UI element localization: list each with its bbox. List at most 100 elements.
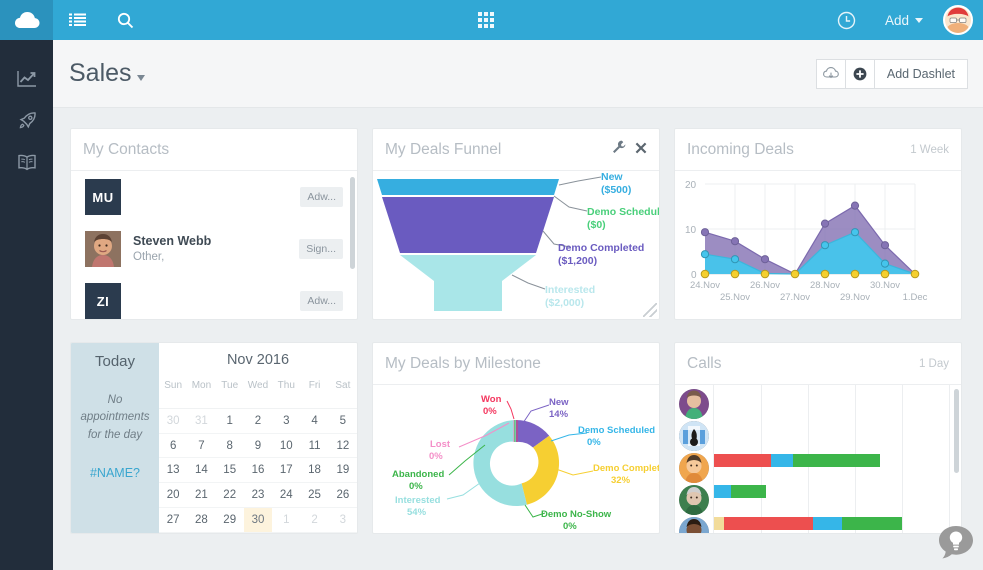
bar-segment[interactable] (731, 485, 766, 498)
scrollbar[interactable] (954, 389, 959, 473)
funnel-segment-interested[interactable] (400, 255, 536, 311)
donut-slice-won[interactable] (516, 420, 518, 442)
calendar-day[interactable]: 22 (215, 483, 244, 509)
name-error-link[interactable]: #NAME? (90, 466, 140, 480)
calendar-day-today[interactable]: 30 (243, 508, 273, 533)
wrench-icon[interactable] (612, 140, 626, 159)
contacts-body: MU Adw... Steven Webb Other, Sign... ZI … (71, 171, 357, 319)
calendar-day[interactable]: 24 (272, 483, 301, 509)
funnel-segment-demo-completed[interactable] (382, 197, 554, 253)
list-item[interactable]: MU Adw... (71, 171, 357, 223)
dow-header: Mon (187, 377, 216, 409)
calendar-day[interactable]: 12 (328, 434, 357, 459)
calendar-day[interactable]: 1 (272, 508, 301, 533)
resize-handle[interactable] (643, 303, 657, 317)
app-logo[interactable] (0, 0, 53, 40)
leader-line (553, 195, 588, 212)
avatar-1-icon (679, 389, 709, 419)
add-menu-label: Add (884, 12, 909, 28)
calendar-day[interactable]: 11 (300, 434, 329, 459)
donut-slice-demo-completed[interactable] (521, 435, 560, 505)
close-icon[interactable] (635, 141, 647, 159)
add-dashlet-button[interactable]: Add Dashlet (873, 58, 968, 89)
bar-segment[interactable] (723, 517, 813, 530)
calendar-day[interactable]: 18 (300, 458, 329, 484)
calendar-day[interactable]: 3 (328, 508, 357, 533)
donut-slice-abandoned[interactable] (514, 420, 516, 442)
table-row[interactable] (714, 454, 880, 467)
calendar-day[interactable]: 2 (300, 508, 329, 533)
calendar-day[interactable]: 17 (272, 458, 301, 484)
bar-segment[interactable] (842, 517, 902, 530)
funnel-segment-new[interactable] (377, 179, 559, 195)
avatar[interactable] (679, 421, 709, 451)
table-row[interactable] (714, 485, 766, 498)
donut-label-demo-scheduled: Demo Scheduled (578, 425, 655, 436)
calendar-day[interactable]: 20 (159, 483, 188, 509)
calendar-day[interactable]: 8 (215, 434, 244, 459)
avatar[interactable] (679, 485, 709, 515)
bar-segment[interactable] (714, 485, 732, 498)
bar-segment[interactable] (812, 517, 843, 530)
avatar[interactable] (679, 453, 709, 483)
avatar[interactable] (679, 389, 709, 419)
dashlet-range[interactable]: 1 Day (919, 358, 949, 370)
activity-history-button[interactable] (823, 0, 871, 40)
donut-slice-lost[interactable] (513, 420, 515, 442)
y-tick-10: 10 (685, 225, 697, 236)
donut-value-abandoned: 0% (409, 481, 423, 492)
calendar-day[interactable]: 30 (159, 409, 188, 434)
bar-segment[interactable] (714, 517, 724, 530)
calendar-day[interactable]: 27 (159, 508, 188, 533)
calendar-day[interactable]: 5 (328, 409, 357, 434)
calendar-day[interactable]: 19 (328, 458, 357, 484)
sidebar-item-launch[interactable] (0, 100, 53, 142)
funnel-value-new: ($500) (601, 184, 631, 196)
menu-toggle-button[interactable] (53, 0, 101, 40)
list-item[interactable]: ZI Adw... (71, 275, 357, 319)
table-row[interactable] (714, 517, 902, 530)
calendar-day[interactable]: 31 (187, 409, 216, 434)
calendar-day[interactable]: 25 (300, 483, 329, 509)
calendar-day[interactable]: 26 (328, 483, 357, 509)
calendar-day[interactable]: 4 (300, 409, 329, 434)
calendar-day[interactable]: 16 (243, 458, 273, 484)
avatar[interactable] (943, 5, 973, 35)
scrollbar[interactable] (350, 177, 355, 269)
milestone-body: New 14% Demo Scheduled 0% Demo Completed… (373, 385, 659, 533)
dashlet-range[interactable]: 1 Week (910, 144, 949, 156)
search-button[interactable] (101, 0, 149, 40)
add-panel-button[interactable] (844, 58, 875, 89)
dashlet-header: My Deals Funnel (373, 129, 659, 171)
calendar-day[interactable]: 14 (187, 458, 216, 484)
status-badge[interactable]: Sign... (299, 239, 343, 259)
calendar-day[interactable]: 23 (243, 483, 273, 509)
calendar-day[interactable]: 13 (159, 458, 188, 484)
sidebar-item-reports[interactable] (0, 58, 53, 100)
calendar-day[interactable]: 29 (215, 508, 244, 533)
help-tips-button[interactable] (937, 524, 975, 562)
calendar-day[interactable]: 2 (243, 409, 273, 434)
page-title[interactable]: Sales (69, 59, 145, 88)
calendar-day[interactable]: 7 (187, 434, 216, 459)
sidebar-item-knowledge[interactable] (0, 142, 53, 184)
bar-segment[interactable] (714, 454, 771, 467)
calendar-day[interactable]: 3 (272, 409, 301, 434)
leader-line (511, 274, 546, 290)
add-menu-button[interactable]: Add (871, 13, 937, 28)
cloud-download-button[interactable] (815, 58, 846, 89)
calendar-day[interactable]: 6 (159, 434, 188, 459)
apps-button[interactable] (462, 0, 510, 40)
status-badge[interactable]: Adw... (300, 291, 343, 311)
calendar-day[interactable]: 28 (187, 508, 216, 533)
bar-segment[interactable] (793, 454, 880, 467)
avatar[interactable] (679, 517, 709, 533)
calendar-day[interactable]: 9 (243, 434, 273, 459)
list-item[interactable]: Steven Webb Other, Sign... (71, 223, 357, 275)
status-badge[interactable]: Adw... (300, 187, 343, 207)
calendar-day[interactable]: 15 (215, 458, 244, 484)
bar-segment[interactable] (770, 454, 794, 467)
calendar-day[interactable]: 1 (215, 409, 244, 434)
calendar-day[interactable]: 10 (272, 434, 301, 459)
calendar-day[interactable]: 21 (187, 483, 216, 509)
